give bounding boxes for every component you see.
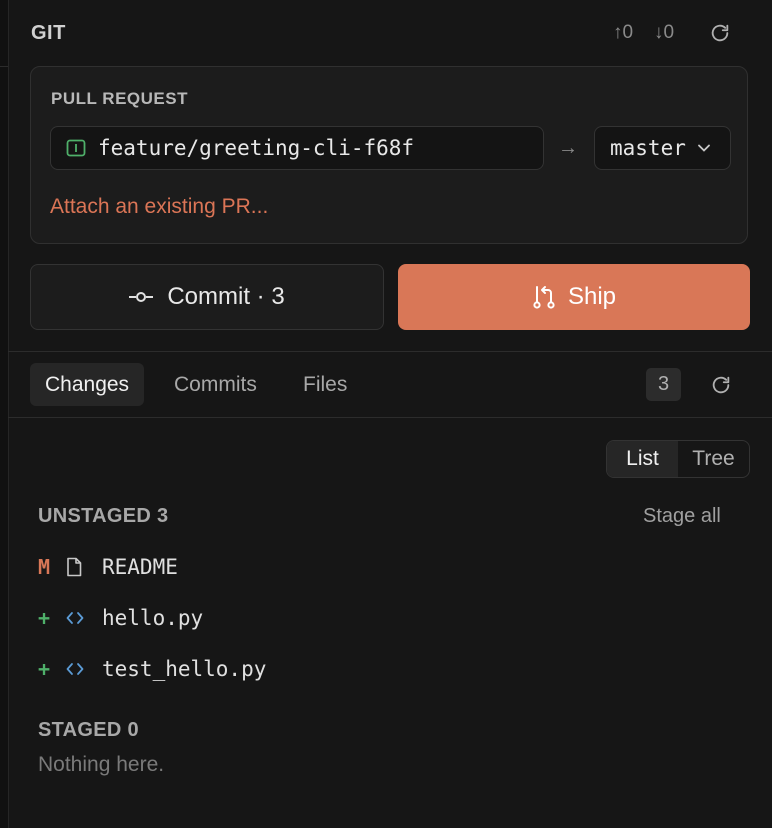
ship-button-label: Ship	[567, 283, 617, 310]
added-status: +	[38, 606, 51, 630]
empty-state-text: Nothing here.	[38, 753, 165, 776]
file-name: test_hello.py	[102, 657, 267, 681]
view-toggle: List Tree	[606, 440, 750, 478]
file-name: README	[102, 555, 178, 579]
divider	[8, 417, 772, 418]
refresh-icon[interactable]	[707, 20, 733, 46]
modified-status: M	[38, 555, 51, 579]
refresh-icon[interactable]	[708, 372, 734, 398]
target-branch-select[interactable]: master	[594, 126, 731, 170]
added-status: +	[38, 657, 51, 681]
pull-request-label: PULL REQUEST	[51, 89, 188, 108]
left-edge-strip	[0, 0, 9, 828]
file-row[interactable]: M README	[38, 552, 178, 582]
staged-heading: STAGED 0	[38, 719, 139, 741]
tree-view-button[interactable]: Tree	[678, 441, 749, 477]
pull-request-icon	[532, 284, 556, 310]
code-icon	[66, 611, 102, 625]
file-icon	[66, 557, 102, 577]
pull-request-card: PULL REQUEST feature/greeting-cli-f68f →…	[30, 66, 748, 244]
source-branch-field[interactable]: feature/greeting-cli-f68f	[50, 126, 544, 170]
changes-count-badge: 3	[646, 368, 681, 401]
panel-title: GIT	[31, 22, 66, 44]
unstaged-heading: UNSTAGED 3	[38, 505, 169, 527]
commit-icon	[129, 291, 154, 303]
divider	[8, 351, 772, 352]
tab-changes[interactable]: Changes	[30, 363, 145, 406]
stage-all-button[interactable]: Stage all	[643, 505, 721, 528]
attach-existing-pr-link[interactable]: Attach an existing PR...	[50, 195, 268, 219]
tab-files[interactable]: Files	[288, 363, 362, 406]
tab-commits[interactable]: Commits	[159, 363, 272, 406]
file-name: hello.py	[102, 606, 204, 630]
file-row[interactable]: + hello.py	[38, 603, 203, 633]
ship-button[interactable]: Ship	[398, 264, 750, 330]
source-branch-name: feature/greeting-cli-f68f	[98, 136, 415, 160]
commit-button-label: Commit · 3	[167, 283, 285, 310]
target-branch-name: master	[610, 136, 686, 160]
list-view-button[interactable]: List	[607, 441, 678, 477]
behind-count: ↓0	[654, 22, 675, 43]
branch-icon	[66, 139, 86, 157]
arrow-icon: →	[558, 137, 578, 159]
chevron-down-icon	[697, 144, 710, 152]
file-row[interactable]: + test_hello.py	[38, 654, 266, 684]
commit-button[interactable]: Commit · 3	[30, 264, 384, 330]
code-icon	[66, 662, 102, 676]
ahead-count: ↑0	[613, 22, 634, 43]
